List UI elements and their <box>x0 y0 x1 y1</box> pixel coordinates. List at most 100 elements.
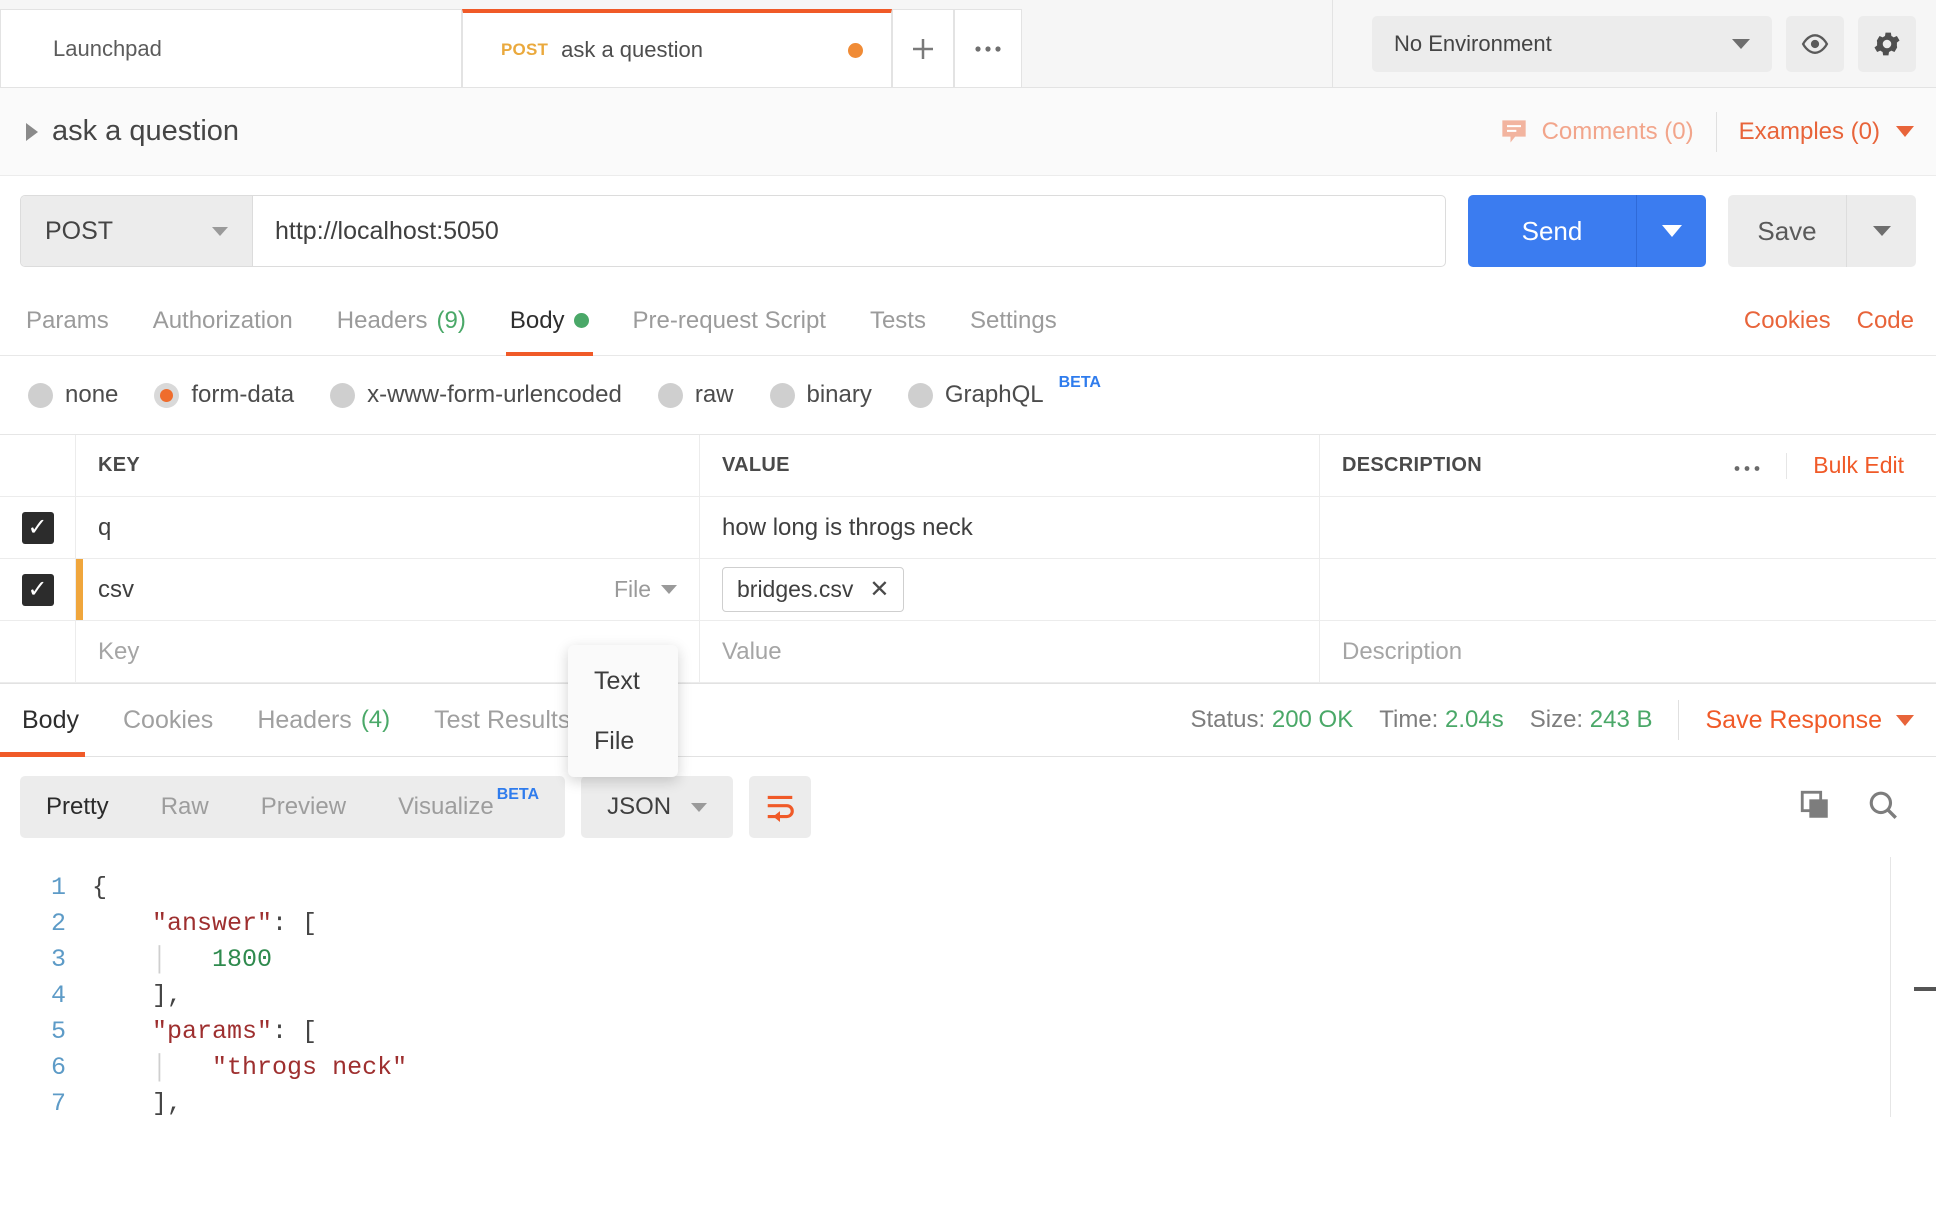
tab-pre-request-script[interactable]: Pre-request Script <box>611 286 848 355</box>
tab-method-label: POST <box>501 40 549 59</box>
tab-headers[interactable]: Headers (9) <box>315 286 488 355</box>
selected-file-chip[interactable]: bridges.csv ✕ <box>722 567 905 612</box>
comments-button[interactable]: Comments (0) <box>1500 118 1694 146</box>
response-tab-test-results[interactable]: Test Results <box>412 684 592 756</box>
row-key-value: q <box>98 513 112 541</box>
response-tab-headers[interactable]: Headers (4) <box>235 684 412 756</box>
code-text: │ "throgs neck" <box>152 1052 408 1082</box>
time-group: Time: 2.04s <box>1379 706 1504 734</box>
viewer-mode-pretty[interactable]: Pretty <box>20 776 135 838</box>
row-checkbox-cell[interactable]: ✓ <box>0 559 76 620</box>
body-type-form-data-label: form-data <box>191 381 295 408</box>
expand-arrow-icon[interactable] <box>26 122 38 141</box>
tab-tests[interactable]: Tests <box>848 286 948 355</box>
line-number: 4 <box>50 980 66 1010</box>
row-value-cell[interactable]: bridges.csv ✕ <box>700 559 1320 620</box>
body-type-raw[interactable]: raw <box>657 381 734 409</box>
body-type-form-data[interactable]: form-data <box>154 381 294 409</box>
row-checkbox-cell[interactable] <box>0 621 76 682</box>
viewer-mode-visualize[interactable]: Visualize BETA <box>372 776 565 838</box>
viewer-mode-raw[interactable]: Raw <box>135 776 235 838</box>
page-title: ask a question <box>52 115 240 147</box>
code-line: 4 ], <box>0 977 1936 1013</box>
viewer-mode-preview[interactable]: Preview <box>235 776 372 838</box>
bulk-edit-button[interactable]: Bulk Edit <box>1787 452 1914 479</box>
body-type-none[interactable]: none <box>28 381 118 409</box>
row-description-cell[interactable] <box>1320 559 1936 620</box>
code-line: 6 │ "throgs neck" <box>0 1049 1936 1085</box>
row-value-cell[interactable]: how long is throgs neck <box>700 497 1320 558</box>
url-input[interactable]: http://localhost:5050 <box>253 196 1445 266</box>
examples-button[interactable]: Examples (0) <box>1739 118 1914 146</box>
send-button[interactable]: Send <box>1468 195 1636 267</box>
settings-button[interactable] <box>1858 15 1916 72</box>
code-text: ], <box>152 1088 183 1118</box>
row-checkbox[interactable]: ✓ <box>21 573 54 606</box>
tab-authorization[interactable]: Authorization <box>131 286 315 355</box>
code-right-border <box>1890 857 1891 1117</box>
code-link[interactable]: Code <box>1857 307 1914 335</box>
body-type-graphql[interactable]: GraphQL BETA <box>907 374 1101 409</box>
tab-settings[interactable]: Settings <box>948 286 1079 355</box>
row-checkbox-cell[interactable]: ✓ <box>0 497 76 558</box>
table-options-button[interactable] <box>1708 452 1788 479</box>
table-row[interactable]: ✓ q how long is throgs neck <box>0 497 1936 559</box>
menu-item-file[interactable]: File <box>568 711 678 771</box>
save-response-button[interactable]: Save Response <box>1705 706 1914 735</box>
table-header-row: KEY VALUE DESCRIPTION Bulk Edit <box>0 435 1936 497</box>
row-type-label: File <box>613 576 651 602</box>
word-wrap-button[interactable] <box>749 776 812 838</box>
time-value: 2.04s <box>1445 706 1504 733</box>
row-type-selector[interactable]: File <box>614 576 677 603</box>
http-method-selector[interactable]: POST <box>21 196 253 266</box>
header-key-cell: KEY <box>76 435 700 496</box>
method-and-url-group: POST http://localhost:5050 <box>20 195 1446 267</box>
environment-quick-look-button[interactable] <box>1786 15 1844 72</box>
response-tab-cookies[interactable]: Cookies <box>101 684 235 756</box>
tab-body[interactable]: Body <box>488 286 611 356</box>
save-button[interactable]: Save <box>1728 195 1846 267</box>
copy-button[interactable] <box>1798 788 1832 827</box>
body-type-urlencoded[interactable]: x-www-form-urlencoded <box>330 381 622 409</box>
horizontal-scrollbar-thumb[interactable] <box>1914 987 1936 991</box>
remove-file-icon[interactable]: ✕ <box>869 575 889 604</box>
chevron-down-icon <box>212 226 228 236</box>
viewer-mode-preview-label: Preview <box>260 793 347 820</box>
response-body-code[interactable]: 1{2 "answer": [3 │ 1800 4 ], 5 "params": [… <box>0 857 1936 1117</box>
table-row[interactable]: ✓ csv File bridges.csv ✕ <box>0 559 1936 621</box>
response-tab-body[interactable]: Body <box>0 684 101 757</box>
row-key-cell[interactable]: q <box>76 497 700 558</box>
beta-badge: BETA <box>1058 374 1101 391</box>
table-empty-row[interactable]: Key Value Description <box>0 621 1936 683</box>
line-number: 7 <box>50 1088 66 1118</box>
save-options-button[interactable] <box>1846 195 1916 267</box>
new-tab-button[interactable] <box>892 9 954 87</box>
type-dropdown-menu[interactable]: Text File <box>568 645 678 777</box>
row-description-cell[interactable] <box>1320 497 1936 558</box>
new-value-cell[interactable]: Value <box>700 621 1320 682</box>
viewer-toolbar-actions <box>1798 788 1914 827</box>
plus-icon <box>913 38 933 59</box>
tab-params[interactable]: Params <box>26 286 131 355</box>
tab-params-label: Params <box>26 306 109 334</box>
row-key-cell[interactable]: csv File <box>76 559 700 620</box>
table-header-actions: Bulk Edit <box>1708 452 1914 479</box>
breadcrumb[interactable]: ask a question <box>26 115 239 148</box>
body-type-graphql-label: GraphQL <box>944 381 1044 408</box>
body-type-selector: none form-data x-www-form-urlencoded raw… <box>0 356 1936 434</box>
cookies-link[interactable]: Cookies <box>1744 307 1831 335</box>
tab-ask-a-question[interactable]: POST ask a question <box>462 9 892 87</box>
request-tabs-actions: Cookies Code <box>1744 286 1914 355</box>
tab-launchpad[interactable]: Launchpad <box>0 9 462 87</box>
environment-selector[interactable]: No Environment <box>1372 15 1772 72</box>
send-options-button[interactable] <box>1636 195 1706 267</box>
response-format-selector[interactable]: JSON <box>581 776 734 838</box>
menu-item-text[interactable]: Text <box>568 651 678 711</box>
new-description-cell[interactable]: Description <box>1320 621 1936 682</box>
body-type-binary[interactable]: binary <box>769 381 872 409</box>
radio-icon <box>907 382 933 408</box>
row-checkbox[interactable]: ✓ <box>21 511 54 544</box>
tab-options-button[interactable] <box>954 9 1022 87</box>
search-button[interactable] <box>1866 788 1900 827</box>
request-tabs: Params Authorization Headers (9) Body Pr… <box>0 286 1936 356</box>
